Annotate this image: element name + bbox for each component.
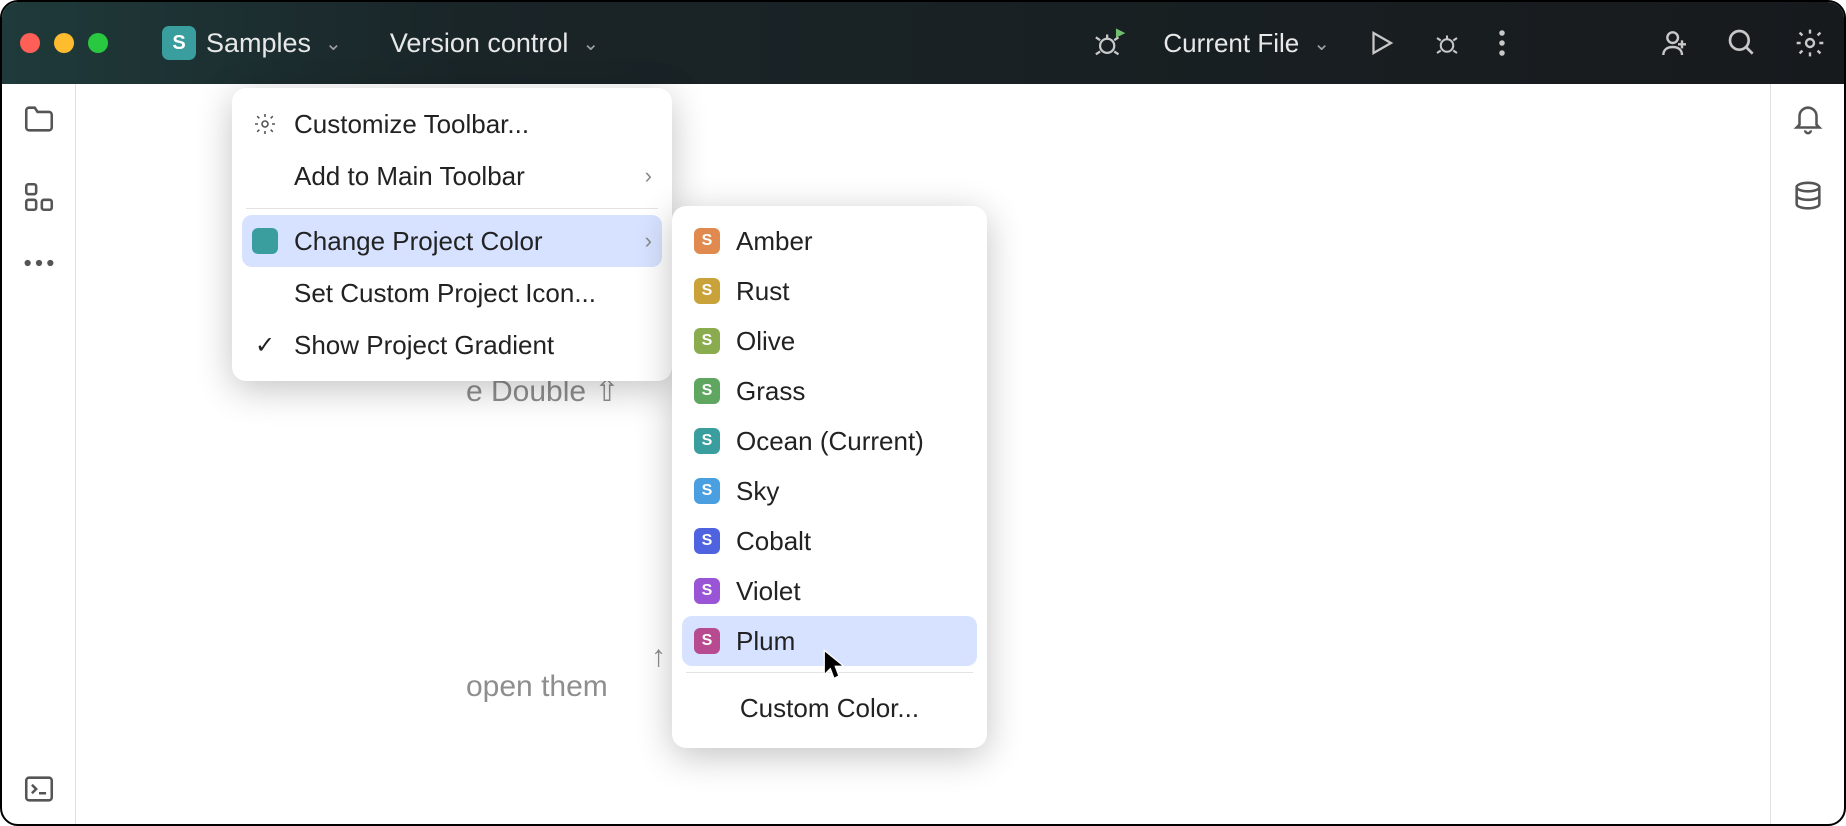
color-option-violet[interactable]: S Violet — [672, 566, 987, 616]
chevron-right-icon: › — [645, 163, 652, 189]
minimize-window-button[interactable] — [54, 33, 74, 53]
color-swatch-icon: S — [694, 328, 720, 354]
code-with-me-icon[interactable] — [1658, 27, 1690, 59]
color-swatch-icon: S — [694, 278, 720, 304]
chevron-down-icon: ⌄ — [1313, 31, 1330, 56]
vcs-label: Version control — [390, 28, 569, 59]
menu-separator — [246, 208, 658, 209]
menu-show-project-gradient[interactable]: ✓ Show Project Gradient — [232, 319, 672, 371]
chevron-down-icon: ⌄ — [582, 31, 599, 56]
chevron-down-icon: ⌄ — [325, 31, 342, 56]
color-option-label: Rust — [736, 276, 789, 307]
menu-add-to-main-toolbar[interactable]: Add to Main Toolbar › — [232, 150, 672, 202]
color-option-plum[interactable]: S Plum — [682, 616, 977, 666]
color-option-rust[interactable]: S Rust — [672, 266, 987, 316]
database-tool-icon[interactable] — [1791, 180, 1825, 214]
color-option-label: Ocean (Current) — [736, 426, 924, 457]
bug-with-play-icon[interactable] — [1093, 26, 1127, 60]
color-option-label: Grass — [736, 376, 805, 407]
structure-tool-icon[interactable] — [22, 180, 56, 214]
color-option-grass[interactable]: S Grass — [672, 366, 987, 416]
color-swatch-icon: S — [694, 428, 720, 454]
left-tool-rail — [2, 84, 76, 824]
more-horizontal-icon[interactable] — [22, 258, 56, 268]
more-vertical-icon[interactable] — [1498, 28, 1506, 58]
run-config-label: Current File — [1163, 28, 1299, 59]
run-icon[interactable] — [1366, 28, 1396, 58]
window-frame: S Samples ⌄ Version control ⌄ Current Fi… — [0, 0, 1846, 826]
color-swatch-icon: S — [694, 378, 720, 404]
checkmark-icon: ✓ — [250, 331, 280, 360]
color-swatch-icon: S — [694, 578, 720, 604]
menu-label: Set Custom Project Icon... — [294, 278, 652, 309]
search-icon[interactable] — [1726, 27, 1758, 59]
window-controls — [20, 33, 108, 53]
gear-icon — [250, 112, 280, 136]
terminal-tool-icon[interactable] — [22, 772, 56, 806]
menu-change-project-color[interactable]: Change Project Color › — [242, 215, 662, 267]
color-option-label: Sky — [736, 476, 779, 507]
toolbar-context-menu: Customize Toolbar... Add to Main Toolbar… — [232, 88, 672, 381]
titlebar: S Samples ⌄ Version control ⌄ Current Fi… — [2, 2, 1844, 84]
debug-icon[interactable] — [1432, 28, 1462, 58]
color-option-label: Olive — [736, 326, 795, 357]
color-swatch-icon: S — [694, 528, 720, 554]
color-option-sky[interactable]: S Sky — [672, 466, 987, 516]
chevron-right-icon: › — [645, 228, 652, 254]
navigate-up-arrow-icon: ↑ — [651, 640, 666, 674]
color-option-label: Plum — [736, 626, 795, 657]
menu-label: Add to Main Toolbar — [294, 161, 631, 192]
project-selector[interactable]: S Samples ⌄ — [152, 20, 352, 66]
color-swatch-icon: S — [694, 628, 720, 654]
right-tool-rail — [1770, 84, 1844, 824]
color-option-ocean[interactable]: S Ocean (Current) — [672, 416, 987, 466]
project-color-badge: S — [162, 26, 196, 60]
current-color-swatch — [252, 228, 278, 254]
color-option-label: Cobalt — [736, 526, 811, 557]
project-name-label: Samples — [206, 28, 311, 59]
project-color-submenu: SAmberSRustSOliveSGrassSOcean (Current)S… — [672, 206, 987, 748]
menu-set-custom-icon[interactable]: Set Custom Project Icon... — [232, 267, 672, 319]
color-swatch-icon: S — [694, 228, 720, 254]
color-option-label: Violet — [736, 576, 801, 607]
vcs-widget[interactable]: Version control ⌄ — [380, 22, 609, 65]
color-option-cobalt[interactable]: S Cobalt — [672, 516, 987, 566]
recent-files-hint: open them — [466, 670, 608, 704]
run-config-selector[interactable]: Current File ⌄ — [1163, 28, 1330, 59]
color-swatch-icon: S — [694, 478, 720, 504]
color-option-custom[interactable]: Custom Color... — [672, 679, 987, 738]
project-tool-icon[interactable] — [22, 102, 56, 136]
menu-label: Customize Toolbar... — [294, 109, 652, 140]
menu-label: Change Project Color — [294, 226, 631, 257]
notifications-bell-icon[interactable] — [1791, 102, 1825, 136]
settings-gear-icon[interactable] — [1794, 27, 1826, 59]
menu-separator — [686, 672, 973, 673]
color-option-olive[interactable]: S Olive — [672, 316, 987, 366]
close-window-button[interactable] — [20, 33, 40, 53]
color-option-amber[interactable]: S Amber — [672, 216, 987, 266]
zoom-window-button[interactable] — [88, 33, 108, 53]
color-option-label: Amber — [736, 226, 813, 257]
menu-label: Show Project Gradient — [294, 330, 652, 361]
menu-customize-toolbar[interactable]: Customize Toolbar... — [232, 98, 672, 150]
